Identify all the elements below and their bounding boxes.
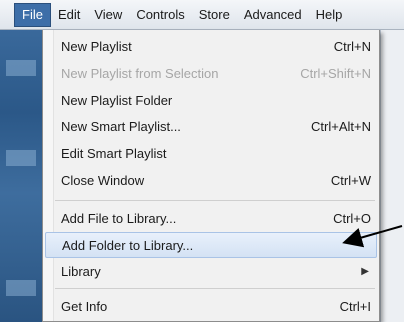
menu-item-label: New Smart Playlist...: [61, 119, 181, 134]
menu-file[interactable]: File: [14, 2, 51, 27]
menu-item-shortcut: Ctrl+Alt+N: [311, 119, 371, 134]
background-fragment: [6, 280, 36, 296]
menu-edit[interactable]: Edit: [51, 4, 87, 26]
menu-controls[interactable]: Controls: [129, 4, 191, 26]
menu-item-new-smart-playlist[interactable]: New Smart Playlist... Ctrl+Alt+N: [45, 114, 377, 140]
menu-item-add-file-to-library[interactable]: Add File to Library... Ctrl+O: [45, 206, 377, 232]
menu-separator: [55, 288, 375, 289]
menu-item-label: Library: [61, 264, 101, 279]
menu-store[interactable]: Store: [192, 4, 237, 26]
menu-item-label: New Playlist: [61, 39, 132, 54]
background-fragment: [6, 60, 36, 76]
menu-item-add-folder-to-library[interactable]: Add Folder to Library...: [45, 232, 377, 258]
menu-item-new-playlist-from-selection[interactable]: New Playlist from Selection Ctrl+Shift+N: [45, 61, 377, 87]
menu-item-edit-smart-playlist[interactable]: Edit Smart Playlist: [45, 141, 377, 167]
menu-item-label: Close Window: [61, 173, 145, 188]
menu-item-library[interactable]: Library ▶: [45, 259, 377, 285]
menu-item-label: Add File to Library...: [61, 211, 177, 226]
menu-item-new-playlist-folder[interactable]: New Playlist Folder: [45, 88, 377, 114]
menu-item-new-playlist[interactable]: New Playlist Ctrl+N: [45, 34, 377, 60]
menu-item-label: New Playlist from Selection: [61, 66, 219, 81]
menu-separator: [55, 200, 375, 201]
menu-item-label: Get Info: [61, 299, 108, 314]
menu-item-label: Edit Smart Playlist: [61, 146, 167, 161]
menu-item-get-info[interactable]: Get Info Ctrl+I: [45, 294, 377, 320]
menu-item-label: New Playlist Folder: [61, 93, 173, 108]
menu-bar: File Edit View Controls Store Advanced H…: [0, 0, 404, 30]
menu-item-label: Add Folder to Library...: [62, 238, 194, 253]
menu-item-shortcut: Ctrl+N: [333, 39, 371, 54]
background-fragment: [6, 150, 36, 166]
menu-view[interactable]: View: [87, 4, 129, 26]
menu-item-shortcut: Ctrl+W: [330, 173, 371, 188]
file-menu-dropdown: New Playlist Ctrl+N New Playlist from Se…: [42, 30, 380, 322]
menu-item-shortcut: Ctrl+O: [333, 211, 371, 226]
menu-advanced[interactable]: Advanced: [237, 4, 309, 26]
menu-item-shortcut: Ctrl+I: [339, 299, 371, 314]
background-window-right: [380, 0, 404, 322]
menu-item-shortcut: Ctrl+Shift+N: [300, 66, 371, 81]
menu-help[interactable]: Help: [309, 4, 350, 26]
submenu-arrow-icon: ▶: [361, 266, 369, 277]
menu-item-close-window[interactable]: Close Window Ctrl+W: [45, 168, 377, 194]
